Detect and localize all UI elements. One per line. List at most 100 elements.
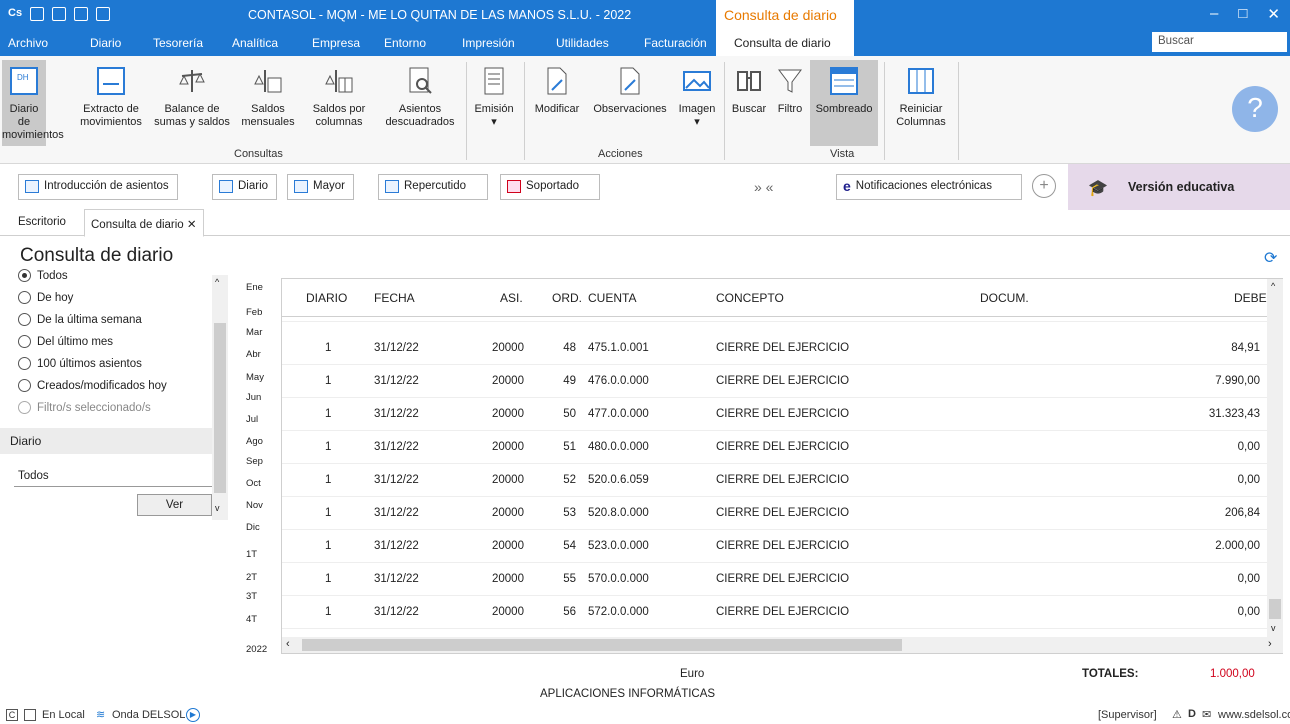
col-concepto[interactable]: CONCEPTO <box>716 291 784 305</box>
quarter-3t[interactable]: 3T <box>246 591 257 602</box>
sombreado-button[interactable]: Sombreado <box>810 60 878 146</box>
menu-impresion[interactable]: Impresión <box>462 36 515 50</box>
diario-shortcut-button[interactable]: Diario <box>212 174 278 200</box>
menu-diario[interactable]: Diario <box>90 36 121 50</box>
expand-collapse-icon[interactable]: » « <box>754 179 773 195</box>
modificar-button[interactable]: Modificar <box>528 60 586 116</box>
month-dic[interactable]: Dic <box>246 522 260 533</box>
table-row[interactable]: 1 31/12/22 20000 56 572.0.0.000 CIERRE DEL EJ… <box>282 596 1267 629</box>
new-icon[interactable] <box>30 7 45 21</box>
tab-consulta-de-diario[interactable]: Consulta de diario ✕ <box>84 209 204 237</box>
open-icon[interactable] <box>52 7 67 21</box>
filter-100-ultimos[interactable]: 100 últimos asientos <box>18 357 142 370</box>
onda-delsol-link[interactable]: Onda DELSOL <box>112 709 185 721</box>
menu-utilidades[interactable]: Utilidades <box>556 36 609 50</box>
grid-vertical-scrollbar[interactable]: ^ v <box>1267 279 1283 637</box>
checkbox-icon[interactable] <box>24 709 36 721</box>
extracto-de-movimientos-button[interactable]: Extracto de movimientos <box>76 60 146 129</box>
filter-ultimo-mes[interactable]: Del último mes <box>18 335 113 348</box>
tab-escritorio[interactable]: Escritorio <box>18 216 66 228</box>
mayor-shortcut-button[interactable]: Mayor <box>287 174 354 200</box>
repercutido-shortcut-button[interactable]: Repercutido <box>378 174 488 200</box>
grid-horizontal-scrollbar[interactable]: ‹ › <box>282 637 1283 653</box>
imagen-button[interactable]: Imagen ▾ <box>674 60 720 129</box>
filter-ultima-semana[interactable]: De la última semana <box>18 313 142 326</box>
website-link[interactable]: www.sdelsol.com <box>1218 709 1290 721</box>
scroll-down-icon[interactable]: v <box>1271 623 1276 633</box>
filter-todos[interactable]: Todos <box>18 269 68 282</box>
notificaciones-electronicas-button[interactable]: e Notificaciones electrónicas <box>836 174 1022 200</box>
table-row[interactable]: 1 31/12/22 20000 55 570.0.0.000 CIERRE DEL EJ… <box>282 563 1267 596</box>
year-selector[interactable]: 2022 <box>246 644 267 655</box>
col-ord[interactable]: ORD. <box>552 291 582 305</box>
diario-de-movimientos-button[interactable]: DH Diario de movimientos <box>2 60 64 146</box>
table-row[interactable] <box>282 317 1267 322</box>
month-jul[interactable]: Jul <box>246 414 258 425</box>
month-abr[interactable]: Abr <box>246 349 261 360</box>
menu-tesoreria[interactable]: Tesorería <box>153 36 203 50</box>
menu-archivo[interactable]: Archivo <box>8 36 48 50</box>
col-cuenta[interactable]: CUENTA <box>588 291 636 305</box>
lock-icon[interactable] <box>96 7 111 21</box>
col-debe[interactable]: DEBE <box>1234 291 1267 305</box>
table-row[interactable]: 1 31/12/22 20000 53 520.8.0.000 CIERRE DEL EJ… <box>282 497 1267 530</box>
menu-empresa[interactable]: Empresa <box>312 36 360 50</box>
month-feb[interactable]: Feb <box>246 307 262 318</box>
table-row[interactable]: 1 31/12/22 20000 54 523.0.0.000 CIERRE DEL EJ… <box>282 530 1267 563</box>
quarter-1t[interactable]: 1T <box>246 549 257 560</box>
menu-facturacion[interactable]: Facturación <box>644 36 707 50</box>
filter-scrollbar[interactable]: ^ v <box>212 275 228 520</box>
saldos-por-columnas-button[interactable]: Saldos por columnas <box>304 60 374 129</box>
table-row[interactable]: 1 31/12/22 20000 51 480.0.0.000 CIERRE DEL EJ… <box>282 431 1267 464</box>
menu-consulta-de-diario[interactable]: Consulta de diario <box>716 30 854 56</box>
refresh-icon[interactable]: ⟳ <box>1264 248 1277 268</box>
month-nov[interactable]: Nov <box>246 500 263 511</box>
table-row[interactable]: 1 31/12/22 20000 48 475.1.0.001 CIERRE DEL EJ… <box>282 332 1267 365</box>
scroll-right-icon[interactable]: › <box>1268 638 1272 650</box>
filter-creados-hoy[interactable]: Creados/modificados hoy <box>18 379 167 392</box>
col-asi[interactable]: ASI. <box>500 291 523 305</box>
scroll-up-icon[interactable]: ^ <box>215 277 219 287</box>
col-fecha[interactable]: FECHA <box>374 291 415 305</box>
month-may[interactable]: May <box>246 372 264 383</box>
quarter-2t[interactable]: 2T <box>246 572 257 583</box>
diario-select[interactable]: Todos <box>14 467 214 487</box>
filter-de-hoy[interactable]: De hoy <box>18 291 73 304</box>
close-button[interactable]: ✕ <box>1267 5 1280 23</box>
month-mar[interactable]: Mar <box>246 327 262 338</box>
month-ago[interactable]: Ago <box>246 436 263 447</box>
month-sep[interactable]: Sep <box>246 456 263 467</box>
scroll-up-icon[interactable]: ^ <box>1271 281 1275 291</box>
maximize-button[interactable]: □ <box>1238 5 1247 23</box>
mail-icon[interactable]: ✉ <box>1202 708 1211 721</box>
help-icon[interactable]: ? <box>1232 86 1278 132</box>
copy-icon[interactable] <box>74 7 89 21</box>
introduccion-de-asientos-button[interactable]: Introducción de asientos <box>18 174 178 200</box>
col-docum[interactable]: DOCUM. <box>980 291 1029 305</box>
add-shortcut-icon[interactable]: + <box>1032 174 1056 198</box>
table-row[interactable]: 1 31/12/22 20000 50 477.0.0.000 CIERRE DEL EJ… <box>282 398 1267 431</box>
menu-analitica[interactable]: Analítica <box>232 36 278 50</box>
scroll-left-icon[interactable]: ‹ <box>286 638 290 650</box>
search-input[interactable]: Buscar <box>1152 32 1287 52</box>
month-oct[interactable]: Oct <box>246 478 261 489</box>
soportado-shortcut-button[interactable]: Soportado <box>500 174 600 200</box>
play-icon[interactable]: ▶ <box>186 708 200 722</box>
month-jun[interactable]: Jun <box>246 392 261 403</box>
buscar-button[interactable]: Buscar <box>728 60 770 116</box>
quarter-4t[interactable]: 4T <box>246 614 257 625</box>
scroll-down-icon[interactable]: v <box>215 503 220 513</box>
filtro-button[interactable]: Filtro <box>772 60 808 116</box>
menu-entorno[interactable]: Entorno <box>384 36 426 50</box>
saldos-mensuales-button[interactable]: Saldos mensuales <box>236 60 300 129</box>
reiniciar-columnas-button[interactable]: Reiniciar Columnas <box>888 60 954 129</box>
observaciones-button[interactable]: Observaciones <box>588 60 672 116</box>
balance-de-sumas-y-saldos-button[interactable]: Balance de sumas y saldos <box>150 60 234 129</box>
minimize-button[interactable]: – <box>1210 5 1218 23</box>
month-ene[interactable]: Ene <box>246 282 263 293</box>
asientos-descuadrados-button[interactable]: Asientos descuadrados <box>378 60 462 129</box>
table-row[interactable]: 1 31/12/22 20000 52 520.0.6.059 CIERRE DEL EJ… <box>282 464 1267 497</box>
emision-button[interactable]: Emisión ▾ <box>468 60 520 129</box>
col-diario[interactable]: DIARIO <box>306 291 347 305</box>
ver-button[interactable]: Ver <box>137 494 212 516</box>
